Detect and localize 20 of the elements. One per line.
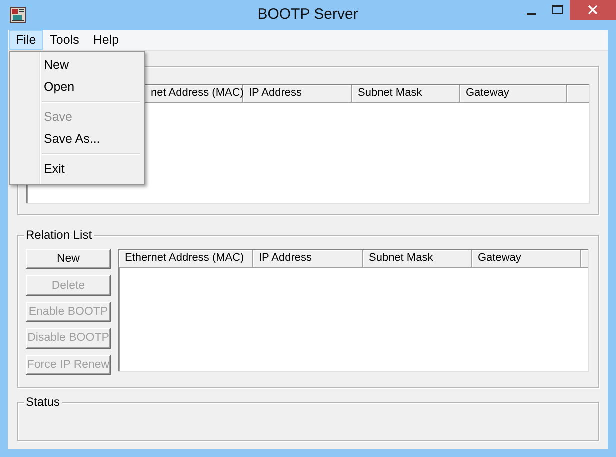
app-icon — [10, 7, 26, 23]
action-button[interactable]: New — [26, 249, 111, 270]
group-title: Relation List — [24, 228, 94, 242]
column-header[interactable]: Subnet Mask — [352, 85, 460, 102]
menu-entry[interactable]: Open — [12, 76, 142, 98]
menu-item[interactable]: File — [9, 30, 44, 50]
menu-item[interactable]: Tools — [43, 30, 86, 50]
window-title: BOOTP Server — [258, 6, 358, 23]
close-icon[interactable] — [570, 0, 616, 20]
group-title: Status — [24, 395, 62, 409]
column-header[interactable]: Gateway — [472, 250, 581, 267]
menu-entry[interactable]: Exit — [12, 158, 142, 180]
column-header[interactable]: IP Address — [253, 250, 363, 267]
menu-item[interactable]: Help — [86, 30, 126, 50]
menu-entry[interactable]: New — [12, 54, 142, 76]
menu-entry[interactable]: Save As... — [12, 128, 142, 150]
column-header[interactable]: Gateway — [460, 85, 567, 102]
column-header[interactable]: IP Address — [243, 85, 352, 102]
column-header[interactable]: Subnet Mask — [363, 250, 472, 267]
column-header[interactable]: Ethernet Address (MAC) — [119, 250, 253, 267]
